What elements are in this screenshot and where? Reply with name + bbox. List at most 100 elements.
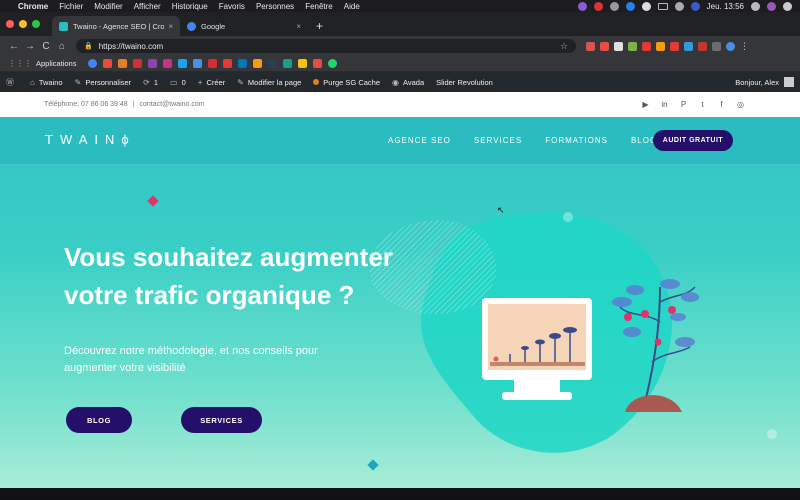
forward-button[interactable]: →: [22, 41, 38, 52]
wp-customize-link[interactable]: ✎ Personnaliser: [75, 78, 132, 87]
extension-icon[interactable]: [698, 41, 707, 51]
flag-icon[interactable]: [690, 1, 700, 11]
wp-site-link[interactable]: ⌂ Twaino: [30, 78, 63, 87]
bookmark-applications[interactable]: ⋮⋮⋮ Applications: [8, 59, 76, 68]
menu-modifier[interactable]: Modifier: [94, 2, 122, 11]
wp-purge-cache-link[interactable]: Purge SG Cache: [313, 78, 380, 87]
skype-icon[interactable]: [625, 1, 635, 11]
menu-favoris[interactable]: Favoris: [219, 2, 245, 11]
close-tab-icon[interactable]: ×: [168, 22, 173, 31]
bookmark-gmail-icon[interactable]: [103, 59, 113, 68]
bookmark-linkedin-icon[interactable]: [238, 59, 248, 68]
url-text[interactable]: https://twaino.com: [99, 42, 163, 51]
twitter-icon[interactable]: t: [698, 100, 707, 109]
tab-google[interactable]: Google ×: [180, 16, 308, 36]
lock-icon[interactable]: 🔒: [84, 42, 93, 50]
tab-twaino[interactable]: Twaino - Agence SEO | Croissa ×: [52, 16, 180, 36]
extension-icon[interactable]: [586, 41, 595, 51]
minimize-window-button[interactable]: [19, 20, 27, 28]
nav-formations[interactable]: FORMATIONS: [545, 136, 608, 145]
siri-icon[interactable]: [767, 1, 776, 11]
chrome-menu-icon[interactable]: ⋮: [740, 41, 749, 51]
back-button[interactable]: ←: [6, 41, 22, 52]
bookmark-icon[interactable]: [283, 59, 293, 68]
bookmark-google-icon[interactable]: [88, 59, 98, 68]
site-logo[interactable]: TWAINϕ: [45, 132, 136, 147]
bookmark-star-icon[interactable]: ☆: [560, 41, 568, 52]
extension-icon[interactable]: [684, 41, 693, 51]
bookmark-icon[interactable]: [223, 59, 233, 68]
spotlight-icon[interactable]: [751, 1, 760, 11]
bookmark-icon[interactable]: [313, 59, 323, 68]
instagram-icon[interactable]: ◎: [736, 100, 745, 109]
nav-services[interactable]: SERVICES: [474, 136, 522, 145]
bookmark-instagram-icon[interactable]: [163, 59, 173, 68]
bookmark-icon[interactable]: [118, 59, 128, 68]
wp-edit-label: Modifier la page: [247, 77, 302, 87]
wp-edit-page-link[interactable]: ✎ Modifier la page: [237, 78, 301, 87]
bookmark-icon[interactable]: [208, 59, 218, 68]
contact-phone[interactable]: Téléphone: 07 86 06 39 48: [44, 101, 128, 108]
status-app-icon[interactable]: [609, 1, 619, 11]
extension-icon[interactable]: [600, 41, 609, 51]
reload-button[interactable]: C: [38, 41, 54, 52]
avatar[interactable]: [784, 77, 794, 87]
wp-logo-icon[interactable]: Ⓦ: [6, 77, 18, 88]
bookmark-icon[interactable]: [148, 59, 158, 68]
bookmark-icon[interactable]: [268, 59, 278, 68]
close-tab-icon[interactable]: ×: [296, 22, 301, 31]
screen: Chrome Fichier Modifier Afficher Histori…: [0, 0, 800, 500]
wp-slider-link[interactable]: Slider Revolution: [436, 78, 493, 87]
main-navigation: AGENCE SEO SERVICES FORMATIONS BLOG: [388, 136, 680, 145]
blog-button[interactable]: BLOG: [66, 407, 132, 433]
bookmark-whatsapp-icon[interactable]: [328, 59, 338, 68]
extension-icon[interactable]: [614, 41, 623, 51]
wp-account-menu[interactable]: Bonjour, Alex: [735, 77, 794, 87]
extension-icon[interactable]: [712, 41, 721, 51]
cloud-icon[interactable]: [641, 1, 651, 11]
extension-icon[interactable]: [670, 41, 679, 51]
bookmark-icon[interactable]: [193, 59, 203, 68]
wp-avada-link[interactable]: ◉ Avada: [392, 78, 424, 87]
services-button[interactable]: SERVICES: [181, 407, 262, 433]
battery-icon[interactable]: [657, 2, 668, 10]
menu-fenetre[interactable]: Fenêtre: [305, 2, 333, 11]
wp-updates-count: 1: [153, 77, 159, 87]
bookmark-twitter-icon[interactable]: [178, 59, 188, 68]
pinterest-icon[interactable]: P: [679, 100, 688, 109]
bookmark-icon[interactable]: [253, 59, 263, 68]
close-window-button[interactable]: [6, 20, 14, 28]
menu-aide[interactable]: Aide: [344, 2, 360, 11]
bookmark-youtube-icon[interactable]: [133, 59, 143, 68]
menubar-clock[interactable]: Jeu. 13:56: [707, 2, 744, 11]
youtube-icon[interactable]: ▶: [641, 100, 650, 109]
teal-diamond-shape: [367, 459, 379, 471]
address-bar[interactable]: 🔒 https://twaino.com ☆: [76, 39, 576, 53]
extension-icon[interactable]: [656, 41, 665, 51]
notification-center-icon[interactable]: [783, 1, 792, 11]
home-button[interactable]: ⌂: [54, 41, 70, 52]
menu-fichier[interactable]: Fichier: [59, 2, 83, 11]
linkedin-icon[interactable]: in: [660, 100, 669, 109]
status-app-icon[interactable]: [593, 1, 603, 11]
extension-icon[interactable]: [628, 41, 637, 51]
zoom-window-button[interactable]: [32, 20, 40, 28]
wp-comments-link[interactable]: ▭ 0: [170, 78, 186, 87]
status-app-icon[interactable]: [577, 1, 587, 11]
nav-agence-seo[interactable]: AGENCE SEO: [388, 136, 451, 145]
menu-chrome[interactable]: Chrome: [18, 2, 48, 11]
bookmark-analytics-icon[interactable]: [298, 59, 308, 68]
contact-email[interactable]: contact@twaino.com: [140, 101, 205, 108]
menu-afficher[interactable]: Afficher: [134, 2, 161, 11]
screen-bottom-edge: [0, 488, 800, 500]
profile-avatar-icon[interactable]: [726, 41, 735, 51]
audit-gratuit-button[interactable]: AUDIT GRATUIT: [653, 130, 733, 151]
wp-updates-link[interactable]: ⟳ 1: [143, 78, 158, 87]
new-tab-button[interactable]: +: [316, 19, 323, 33]
facebook-icon[interactable]: f: [717, 100, 726, 109]
menu-historique[interactable]: Historique: [172, 2, 208, 11]
extension-icon[interactable]: [642, 41, 651, 51]
menu-personnes[interactable]: Personnes: [256, 2, 294, 11]
wp-create-link[interactable]: + Créer: [198, 78, 225, 87]
wifi-icon[interactable]: [674, 1, 684, 11]
